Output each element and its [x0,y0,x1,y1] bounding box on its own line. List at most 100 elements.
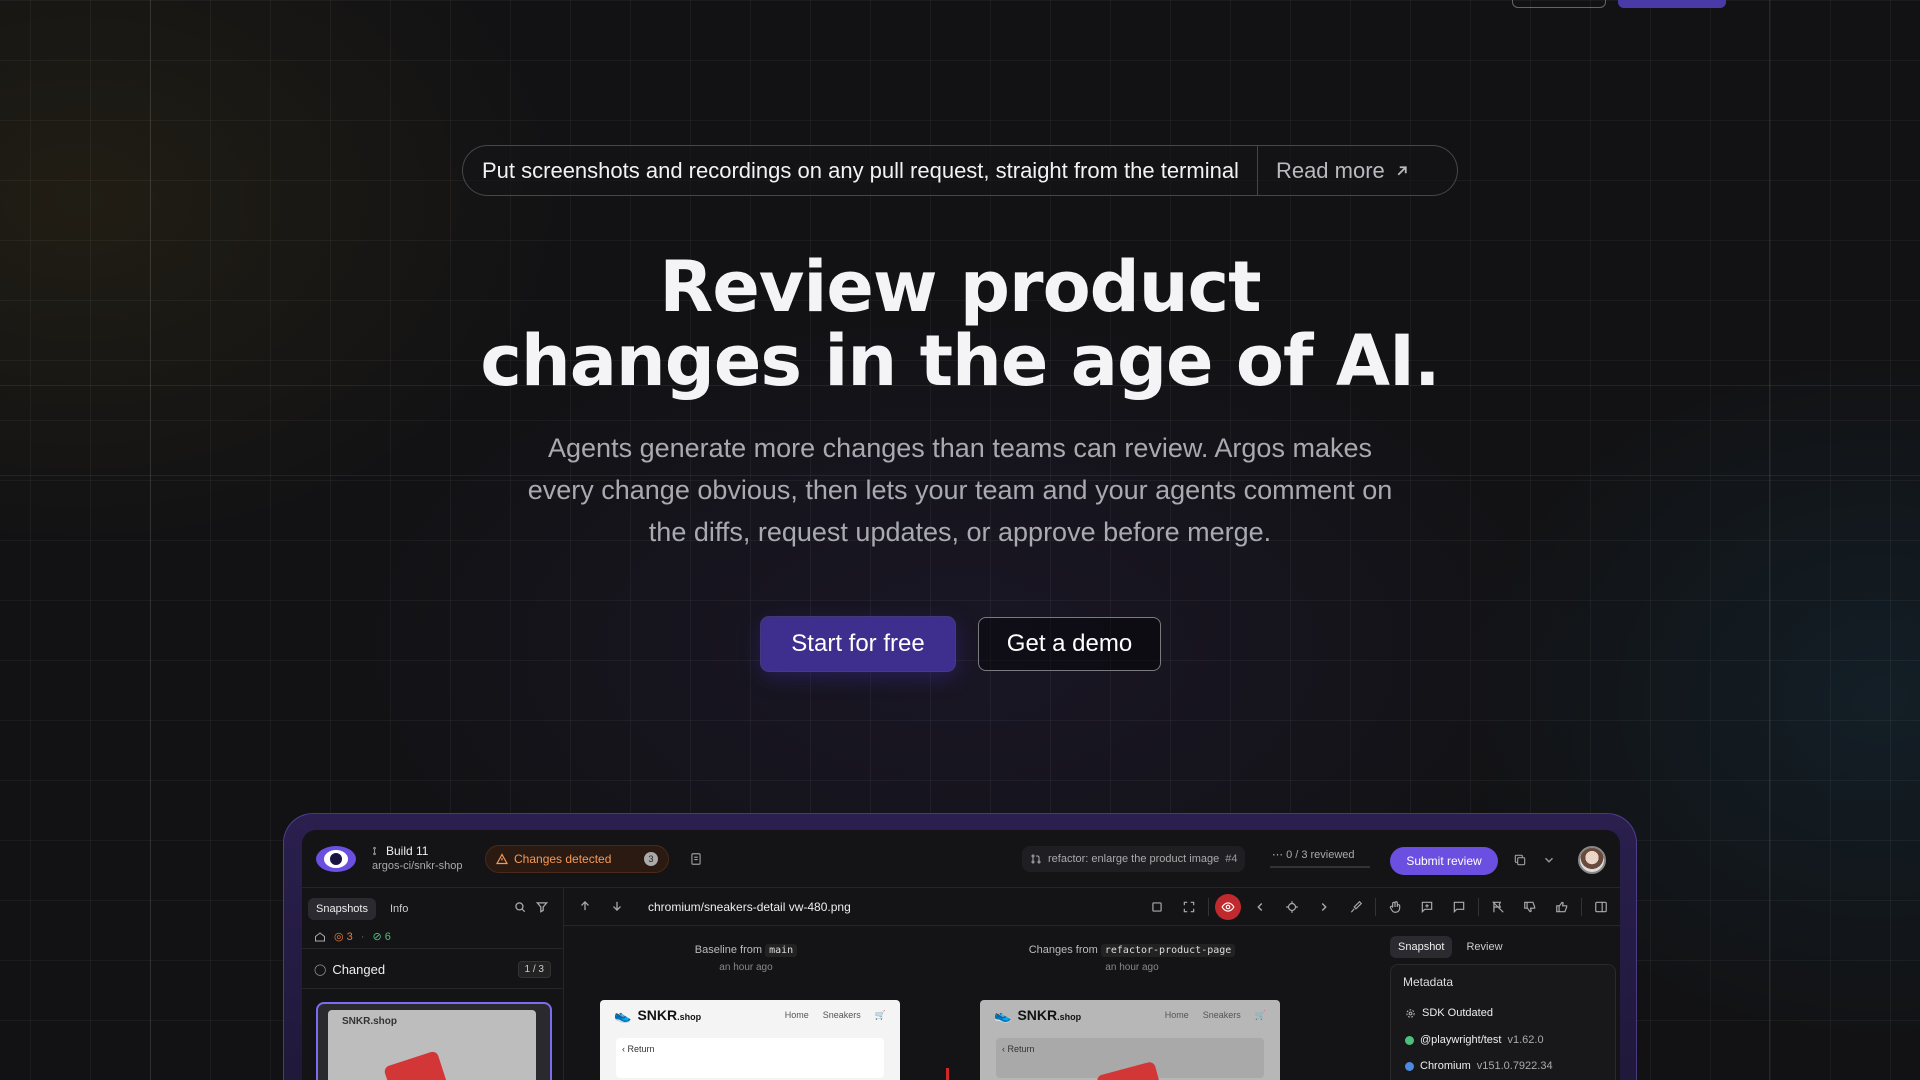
highlight-button[interactable] [1343,894,1369,920]
baseline-header: Baseline from main an hour ago [646,944,846,973]
comment-button[interactable] [1446,894,1472,920]
document-button[interactable] [683,846,709,872]
comments-button[interactable] [1414,894,1440,920]
baseline-screenshot[interactable]: 👟 SNKR.shop Home Sneakers 🛒 ‹ Return [600,1000,900,1080]
changes-detected-badge[interactable]: Changes detected 3 [485,845,669,873]
unchanged-count: ⊘ 6 [372,931,391,943]
stats-separator: · [360,930,365,943]
sidebar-tabs: Snapshots Info [308,898,416,920]
fullscreen-button[interactable] [1176,894,1202,920]
nav-login-button[interactable] [1512,0,1606,8]
metadata-version: v151.0.7922.34 [1476,1060,1553,1072]
thumbnail-diff-highlight [383,1050,449,1080]
grid-line [150,0,151,1080]
snapshot-filename: chromium/sneakers-detail vw-480.png [648,900,851,914]
details-panel: Snapshot Review Metadata SDK Outdated @p… [1390,926,1620,1080]
changes-count: 3 [644,852,658,866]
hero-title: Review product changes in the age of AI. [0,250,1920,398]
focus-diff-button[interactable] [1279,894,1305,920]
screenshot-nav-home: Home [784,1009,809,1020]
screenshot-brand-name: SNKR [1017,1007,1058,1023]
square-icon [1152,902,1162,912]
pan-button[interactable] [1382,894,1408,920]
screenshot-nav-sneakers: Sneakers [822,1009,861,1020]
announcement-text: Put screenshots and recordings on any pu… [482,157,1239,183]
argos-logo-icon [316,846,356,872]
hand-icon [1389,901,1401,913]
sneaker-logo-icon: 👟 [994,1006,1012,1023]
details-tabs: Snapshot Review [1390,936,1511,958]
screenshot-nav-home: Home [1164,1009,1189,1020]
changes-header: Changes from refactor-product-page an ho… [1002,944,1262,973]
branch-icon [373,846,376,856]
changes-screenshot[interactable]: 👟 SNKR.shop Home Sneakers 🛒 ‹ Return [980,1000,1280,1080]
changes-label: Changes from [1028,944,1098,956]
reject-button[interactable] [1517,894,1543,920]
cart-icon: 🛒 [874,1009,886,1020]
screenshot-nav-links: Home Sneakers 🛒 [785,1010,886,1021]
pull-request-pill[interactable]: refactor: enlarge the product image #4 [1022,846,1246,872]
flag-button[interactable] [1485,894,1511,920]
snapshot-thumbnail[interactable]: SNKR.shop [316,1002,552,1080]
sidebar-panel-icon [1595,901,1607,913]
read-more-label: Read more [1275,157,1385,183]
changes-time: an hour ago [1105,962,1159,973]
arrow-up-icon[interactable] [578,899,592,913]
eye-icon [1221,902,1235,912]
screenshot-nav: 👟 SNKR.shop Home Sneakers 🛒 [600,1000,900,1030]
app-preview: Build 11 argos-ci/snkr-shop Changes dete… [302,830,1620,1080]
changed-count-value: 3 [346,931,353,943]
changed-group-header[interactable]: ◯ Changed 1 / 3 [314,958,551,980]
tab-snapshot[interactable]: Snapshot [1390,936,1453,958]
get-a-demo-button[interactable]: Get a demo [978,617,1161,671]
thumbs-down-icon [1524,901,1536,913]
snapshots-sidebar: Snapshots Info ◎ 3 · ⊘ 6 ◯ Changed 1 / 3… [302,888,564,1080]
build-title-text: Build 11 [386,844,429,858]
changed-count: ◎ 3 [334,931,353,943]
metadata-card: Metadata SDK Outdated @playwright/test v… [1390,964,1616,1080]
tab-snapshots[interactable]: Snapshots [308,898,376,920]
changed-group-label: Changed [332,961,386,977]
tab-info[interactable]: Info [382,898,416,920]
app-header: Build 11 argos-ci/snkr-shop Changes dete… [302,830,1620,888]
submit-review-button[interactable]: Submit review [1390,847,1498,875]
playwright-icon [1405,1035,1414,1045]
changes-branch: refactor-product-page [1100,944,1236,957]
user-avatar[interactable] [1578,846,1606,874]
chevron-right-icon [1321,903,1327,911]
tool-separator [1581,898,1582,916]
approve-button[interactable] [1549,894,1575,920]
pull-request-icon [1031,854,1041,864]
toggle-diff-button[interactable] [1215,894,1241,920]
previous-diff-button[interactable] [1247,894,1273,920]
sidebar-divider [302,948,563,949]
tool-separator [1478,898,1479,916]
toggle-panel-button[interactable] [1588,894,1614,920]
document-icon [691,853,701,865]
dropdown-button[interactable] [1536,847,1562,873]
nav-signup-button[interactable] [1618,0,1726,8]
fit-button[interactable] [1144,894,1170,920]
tool-separator [1375,898,1376,916]
start-for-free-button[interactable]: Start for free [761,617,955,671]
group-pagination: 1 / 3 [517,960,551,978]
next-diff-button[interactable] [1311,894,1337,920]
copy-button[interactable] [1507,847,1533,873]
chevron-down-icon [1545,857,1553,863]
snapshot-stats: ◎ 3 · ⊘ 6 [314,930,391,943]
read-more-link[interactable]: Read more [1258,158,1429,184]
screenshot-nav-sneakers: Sneakers [1202,1009,1241,1020]
search-icon[interactable] [513,900,527,914]
build-repo: argos-ci/snkr-shop [372,860,463,872]
thumbs-up-icon [1556,901,1568,913]
filter-icon[interactable] [535,900,549,914]
changed-status-icon: ◯ [314,963,327,976]
tab-review[interactable]: Review [1458,936,1510,958]
metadata-title: Metadata [1403,975,1454,989]
arrow-down-icon[interactable] [610,899,624,913]
gear-icon [1406,1008,1415,1018]
sidebar-divider [302,988,563,989]
metadata-row: Chromium v151.0.7922.34 [1405,1060,1553,1072]
baseline-label: Baseline from [694,944,763,956]
screenshot-nav-links: Home Sneakers 🛒 [1165,1010,1266,1021]
